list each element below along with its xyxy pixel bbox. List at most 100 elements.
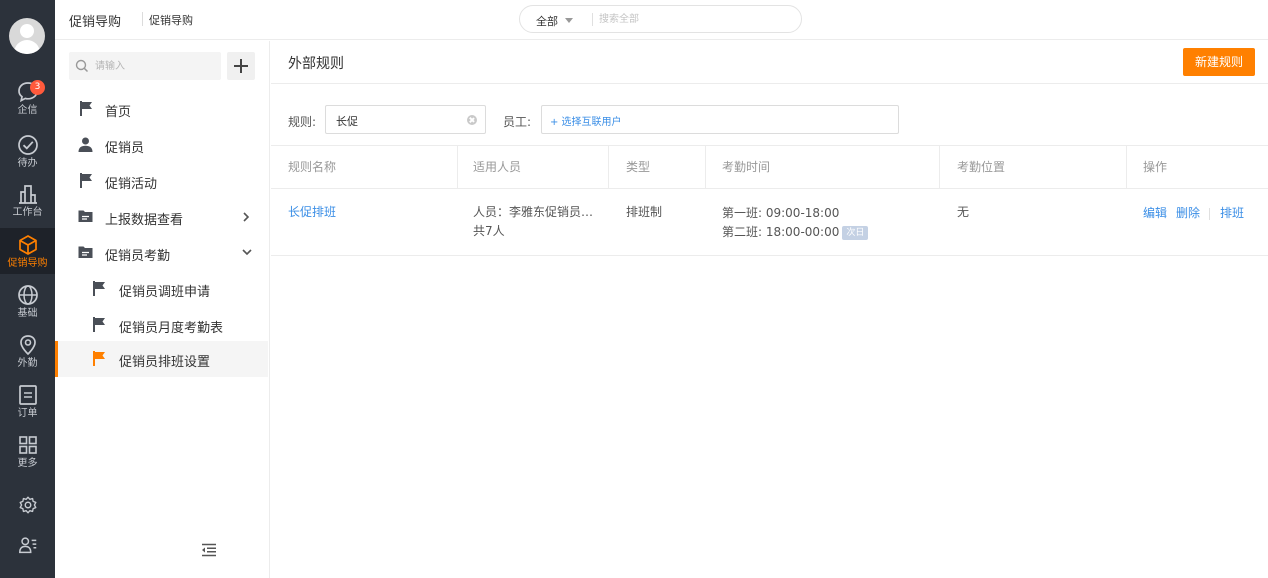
rail-label: 更多 (17, 458, 38, 469)
flag-icon (80, 101, 92, 116)
staff-filter-input[interactable]: + 选择互联用户 (541, 105, 899, 134)
sidebar-item-attendance[interactable]: 促销员考勤 (55, 235, 268, 271)
divider (271, 83, 1268, 84)
sidebar-item-label: 上报数据查看 (105, 213, 184, 228)
rule-filter-value: 长促 (336, 115, 358, 128)
rail-label: 基础 (17, 308, 38, 319)
sidebar-search[interactable] (69, 52, 221, 80)
rail-settings[interactable] (0, 494, 55, 518)
globe-icon (17, 285, 38, 305)
gear-icon (19, 496, 36, 514)
rail-label: 促销导购 (7, 258, 48, 269)
collapse-sidebar-icon[interactable] (201, 543, 217, 557)
rail-label: 待办 (17, 158, 38, 169)
table-header: 规则名称 适用人员 类型 考勤时间 考勤位置 操作 (271, 145, 1268, 189)
rule-name-link[interactable]: 长促排班 (288, 203, 336, 221)
sidebar-item-label: 促销员月度考勤表 (119, 321, 224, 336)
column-header: 考勤时间 (722, 160, 771, 174)
sidebar-item-label: 促销员排班设置 (119, 355, 211, 370)
next-day-tag: 次日 (842, 226, 869, 240)
attendance-location: 无 (957, 205, 970, 219)
sidebar-item-label: 促销活动 (105, 177, 158, 192)
sidebar-item-activity[interactable]: 促销活动 (55, 163, 268, 199)
staff-filter-label: 员工: (503, 115, 532, 129)
table-row: 长促排班 人员：李雅东促销员… 共7人 排班制 第一班: 09:00-18:00… (271, 189, 1268, 256)
sidebar-search-input[interactable] (95, 58, 215, 74)
page-title: 外部规则 (288, 56, 344, 72)
workbench-icon (18, 185, 37, 204)
rail-item-promotion[interactable]: 促销导购 (0, 228, 55, 274)
rail-contacts[interactable] (0, 534, 55, 558)
top-bar: 促销导购 促销导购 全部 (55, 0, 1268, 40)
unread-badge: 3 (30, 80, 45, 95)
sidebar-item-promoter[interactable]: 促销员 (55, 127, 268, 163)
global-search[interactable]: 全部 (519, 5, 802, 33)
rail-item-orders[interactable]: 订单 (0, 383, 55, 431)
breadcrumb-app[interactable]: 促销导购 (69, 11, 121, 30)
sidebar-item-shift-request[interactable]: 促销员调班申请 (55, 271, 268, 307)
sidebar-item-label: 促销员考勤 (105, 249, 171, 264)
breadcrumb-divider (142, 12, 143, 26)
flag-icon (80, 173, 92, 188)
flag-icon (93, 317, 105, 332)
avatar[interactable] (9, 18, 45, 54)
rail-item-workbench[interactable]: 工作台 (0, 182, 55, 230)
chevron-right-icon (243, 212, 250, 222)
people-count: 共7人 (473, 224, 505, 238)
location-pin-icon (19, 335, 36, 356)
global-search-input[interactable] (599, 11, 789, 27)
sidebar-item-label: 促销员调班申请 (119, 285, 211, 300)
sidebar-item-label: 首页 (105, 105, 132, 120)
chevron-down-icon (242, 249, 252, 256)
rule-filter-input[interactable]: 长促 (325, 105, 486, 134)
column-header: 操作 (1143, 160, 1168, 174)
rule-type: 排班制 (626, 205, 663, 219)
add-button[interactable] (227, 52, 255, 80)
shift-one-time: 第一班: 09:00-18:00 (722, 206, 840, 220)
search-scope-select[interactable]: 全部 (536, 13, 558, 29)
sidebar-item-home[interactable]: 首页 (55, 91, 268, 127)
delete-link[interactable]: 删除 (1176, 204, 1200, 222)
check-circle-icon (17, 135, 38, 155)
column-header: 考勤位置 (957, 160, 1006, 174)
schedule-link[interactable]: 排班 (1220, 204, 1244, 222)
rail-item-messages[interactable]: 企信 3 (0, 80, 55, 128)
cube-icon (18, 235, 37, 255)
column-header: 类型 (626, 160, 651, 174)
flag-icon (93, 351, 105, 366)
flag-icon (93, 281, 105, 296)
folder-icon (78, 246, 93, 258)
folder-icon (78, 210, 93, 222)
sidebar-item-report-data[interactable]: 上报数据查看 (55, 199, 268, 235)
rail-item-todo[interactable]: 待办 (0, 133, 55, 181)
rail-item-more[interactable]: 更多 (0, 433, 55, 481)
main-content: 外部规则 新建规则 规则: 长促 员工: + 选择互联用户 规则名称 适用人员 … (271, 41, 1268, 578)
column-header: 规则名称 (288, 160, 337, 174)
column-header: 适用人员 (473, 160, 522, 174)
sidebar-item-monthly-attendance[interactable]: 促销员月度考勤表 (55, 307, 268, 343)
grid-icon (18, 436, 37, 454)
search-icon (75, 59, 89, 73)
person-icon (78, 137, 93, 152)
sidebar-item-schedule-settings[interactable]: 促销员排班设置 (55, 341, 268, 377)
rail-label: 外勤 (17, 358, 38, 369)
sidebar: 首页 促销员 促销活动 上报数据查看 促销员考勤 促销员调班申请 促销员月度考勤… (55, 41, 270, 578)
app-rail: 企信 3 待办 工作台 促销导购 基础 外勤 订单 更多 (0, 0, 55, 578)
breadcrumb-module[interactable]: 促销导购 (149, 12, 193, 28)
chevron-down-icon (565, 18, 573, 23)
active-indicator (55, 341, 58, 377)
rule-filter-label: 规则: (288, 115, 317, 129)
contacts-icon (18, 537, 36, 554)
rail-label: 订单 (17, 408, 38, 419)
rail-item-basic[interactable]: 基础 (0, 283, 55, 331)
order-doc-icon (18, 385, 37, 405)
clear-icon[interactable] (467, 115, 477, 125)
rail-item-field[interactable]: 外勤 (0, 333, 55, 381)
rail-label: 工作台 (12, 207, 43, 218)
applicable-people: 人员：李雅东促销员… (473, 205, 594, 219)
select-linked-user-link[interactable]: + 选择互联用户 (550, 113, 622, 128)
new-rule-button[interactable]: 新建规则 (1183, 48, 1255, 76)
search-divider (592, 13, 593, 26)
rail-label: 企信 (17, 105, 38, 116)
edit-link[interactable]: 编辑 (1143, 204, 1167, 222)
